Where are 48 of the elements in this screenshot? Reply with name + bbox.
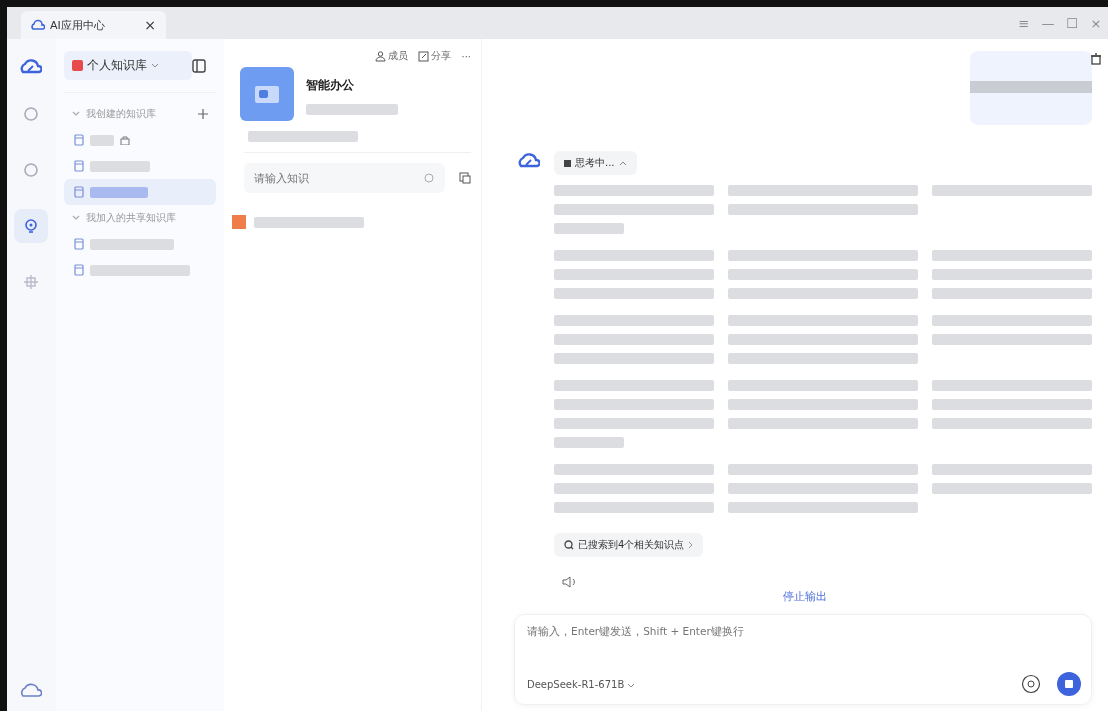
notebook-icon: [73, 264, 84, 276]
knowledge-base-title: 智能办公: [305, 77, 355, 94]
stop-output-link[interactable]: 停止输出: [783, 589, 827, 605]
tab-title: AI应用中心: [50, 17, 105, 33]
blurred-text: [89, 160, 150, 172]
sources-button[interactable]: 已搜索到4个相关知识点: [554, 533, 704, 558]
search-field[interactable]: 请输入知识: [243, 163, 445, 193]
search-icon: [424, 172, 435, 184]
search-icon: [22, 161, 41, 179]
cloud-logo-icon: [20, 57, 43, 75]
cloud-logo-icon: [31, 19, 45, 31]
model-selector[interactable]: DeepSeek-R1-671B: [527, 678, 636, 690]
more-button[interactable]: ···: [461, 49, 471, 63]
notebook-icon: [73, 134, 84, 146]
cloud-icon[interactable]: [20, 681, 43, 699]
group-title: 我加入的共享知识库: [85, 211, 176, 225]
chevron-right-icon: [688, 541, 694, 550]
edit-icon: [418, 50, 430, 62]
chevron-down-icon: [150, 63, 159, 68]
message-input[interactable]: 请输入，Enter键发送，Shift + Enter键换行 DeepSeek-R1-671B: [514, 614, 1092, 705]
search-icon: [564, 540, 574, 551]
collapse-caret-icon[interactable]: [71, 215, 80, 221]
share-button[interactable]: 分享: [418, 49, 452, 63]
library-dropdown[interactable]: 个人知识库: [63, 51, 192, 80]
group-title: 我创建的知识库: [85, 107, 156, 121]
person-icon: [375, 50, 387, 62]
notebook-icon: [73, 186, 84, 198]
notebook-icon: [73, 160, 84, 172]
collapse-caret-icon[interactable]: [71, 111, 80, 117]
speaker-icon[interactable]: [562, 575, 578, 590]
members-button[interactable]: 成员: [375, 49, 409, 63]
add-icon[interactable]: [197, 109, 208, 119]
assistant-avatar-icon: [518, 151, 540, 170]
stop-button[interactable]: [1057, 672, 1081, 696]
search-field[interactable]: 请输入知识: [253, 164, 424, 192]
close-tab-button[interactable]: ×: [144, 17, 156, 33]
chevron-down-icon: [627, 682, 636, 688]
chevron-up-icon: [618, 160, 627, 166]
sidebar-toggle-icon[interactable]: [191, 58, 206, 73]
blurred-text: [89, 134, 114, 146]
thinking-toggle[interactable]: 思考中...: [554, 151, 637, 176]
notebook-icon: [73, 238, 84, 250]
knowledge-base-item[interactable]: [63, 179, 216, 205]
nav-button[interactable]: [14, 209, 49, 243]
app-tab[interactable]: AI应用中心 ×: [21, 11, 166, 39]
folder-icon: [239, 67, 294, 121]
library-icon: [71, 60, 83, 71]
blurred-text: [89, 186, 148, 198]
